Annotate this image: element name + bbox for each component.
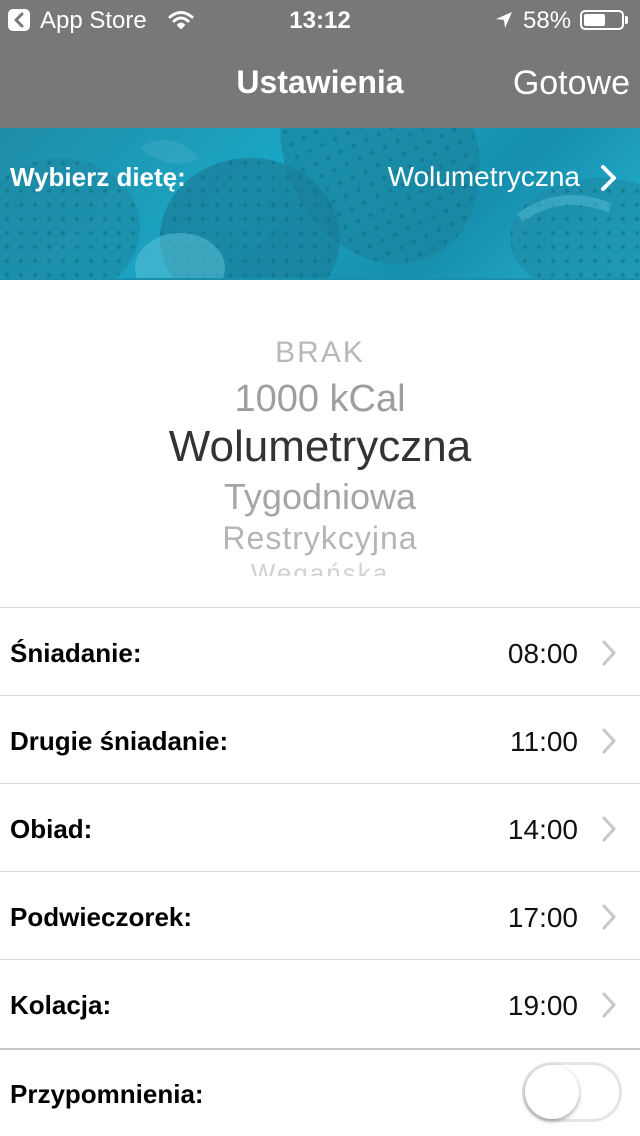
- meal-label: Kolacja:: [10, 990, 112, 1020]
- picker-option[interactable]: Tygodniowa: [0, 476, 640, 518]
- diet-selector-banner[interactable]: Wybierz dietę: Wolumetryczna: [0, 128, 640, 280]
- selected-diet-value[interactable]: Wolumetryczna: [388, 161, 580, 193]
- meal-row-lunch[interactable]: Obiad: 14:00: [0, 783, 640, 871]
- meal-label: Podwieczorek:: [10, 902, 193, 932]
- chevron-right-icon: [602, 904, 616, 935]
- meal-row-afternoon-snack[interactable]: Podwieczorek: 17:00: [0, 871, 640, 959]
- picker-option[interactable]: 1000 kCal: [0, 378, 640, 421]
- reminders-toggle[interactable]: [522, 1062, 622, 1122]
- meal-row-second-breakfast[interactable]: Drugie śniadanie: 11:00: [0, 695, 640, 783]
- meal-label: Drugie śniadanie:: [10, 726, 229, 756]
- status-bar: App Store 13:12 58%: [0, 0, 640, 40]
- strawberry-background-image: [0, 128, 640, 280]
- battery-level-fill: [584, 14, 605, 26]
- battery-percent: 58%: [523, 7, 572, 34]
- meal-times-list: Śniadanie: 08:00 Drugie śniadanie: 11:00…: [0, 607, 640, 1047]
- meal-label: Obiad:: [10, 814, 93, 844]
- meal-time: 19:00: [507, 990, 578, 1021]
- battery-icon: [580, 10, 624, 30]
- meal-label: Śniadanie:: [10, 638, 142, 668]
- battery-cap: [625, 16, 628, 24]
- chevron-right-icon[interactable]: [600, 164, 618, 197]
- diet-picker-wheel[interactable]: BRAK 1000 kCal Wolumetryczna Tygodniowa …: [0, 282, 640, 606]
- picker-option[interactable]: Restrykcyjna: [0, 520, 640, 557]
- picker-option-selected[interactable]: Wolumetryczna: [0, 422, 640, 472]
- meal-row-breakfast[interactable]: Śniadanie: 08:00: [0, 607, 640, 695]
- meal-time: 11:00: [510, 726, 578, 757]
- chevron-right-icon: [602, 728, 616, 759]
- meal-time: 14:00: [507, 814, 578, 845]
- done-button[interactable]: Gotowe: [513, 64, 630, 103]
- reminders-label: Przypomnienia:: [10, 1079, 204, 1109]
- location-arrow-icon: [494, 9, 514, 37]
- reminders-row: Przypomnienia:: [0, 1048, 640, 1136]
- meal-row-dinner[interactable]: Kolacja: 19:00: [0, 959, 640, 1047]
- chevron-right-icon: [602, 992, 616, 1023]
- picker-option[interactable]: Wegańska: [0, 558, 640, 576]
- picker-option[interactable]: BRAK: [0, 336, 640, 370]
- diet-label: Wybierz dietę:: [10, 162, 186, 192]
- meal-time: 17:00: [507, 902, 578, 933]
- chevron-right-icon: [602, 816, 616, 847]
- chevron-right-icon: [602, 640, 616, 671]
- toggle-knob[interactable]: [525, 1065, 579, 1119]
- top-bar: App Store 13:12 58% Ustawienia Gotowe: [0, 0, 640, 128]
- meal-time: 08:00: [507, 638, 578, 669]
